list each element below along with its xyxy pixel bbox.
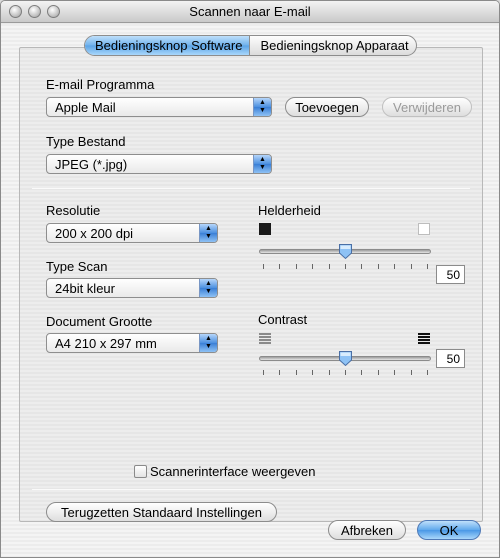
contrast-slider-thumb[interactable]: [338, 350, 353, 367]
ok-button[interactable]: OK: [417, 520, 481, 540]
tab-apparaat[interactable]: Bedieningsknop Apparaat: [249, 36, 415, 55]
slider-tick: [263, 370, 264, 375]
slider-tick: [312, 370, 314, 375]
brightness-label: Helderheid: [258, 203, 321, 218]
slider-tick: [295, 264, 297, 269]
slider-tick: [410, 370, 412, 375]
brightness-slider-thumb[interactable]: [338, 243, 353, 260]
window-title: Scannen naar E-mail: [189, 4, 311, 19]
popup-arrows-icon: ▲ ▼: [199, 279, 217, 297]
resolution-value: 200 x 200 dpi: [55, 226, 134, 241]
dark-square-icon: [259, 223, 271, 235]
add-button[interactable]: Toevoegen: [285, 97, 369, 117]
brightness-value[interactable]: 50: [436, 265, 465, 284]
slider-tick: [410, 264, 412, 269]
dialog-window: Scannen naar E-mail E-mail Programma App…: [0, 0, 500, 558]
slider-tick: [427, 370, 428, 375]
popup-arrows-icon: ▲ ▼: [253, 155, 271, 173]
document-size-value: A4 210 x 297 mm: [55, 336, 157, 351]
email-program-select[interactable]: Apple Mail ▲ ▼: [46, 97, 272, 117]
popup-arrows-icon: ▲ ▼: [199, 224, 217, 242]
scanner-interface-label[interactable]: Scannerinterface weergeven: [150, 464, 316, 479]
tab-software[interactable]: Bedieningsknop Software: [85, 36, 250, 55]
email-program-value: Apple Mail: [55, 100, 116, 115]
slider-tick: [279, 264, 281, 269]
remove-button[interactable]: Verwijderen: [382, 97, 472, 117]
file-type-value: JPEG (*.jpg): [55, 157, 128, 172]
slider-tick: [361, 370, 363, 375]
slider-tick: [345, 370, 346, 375]
divider: [32, 188, 470, 189]
slider-tick: [377, 264, 379, 269]
dialog-content: E-mail Programma Apple Mail ▲ ▼ Toevoegen…: [1, 24, 499, 557]
slider-tick: [427, 264, 428, 269]
high-contrast-icon: [418, 333, 430, 344]
slider-tick: [295, 370, 297, 375]
slider-tick: [312, 264, 314, 269]
slider-tick: [328, 370, 330, 375]
slider-tick: [263, 264, 264, 269]
slider-tick: [279, 370, 281, 375]
slider-tick: [394, 264, 396, 269]
slider-tick: [328, 264, 330, 269]
slider-tick: [394, 370, 396, 375]
slider-tick: [345, 264, 346, 269]
tab-bar: Bedieningsknop Software Bedieningsknop Ap…: [84, 35, 417, 56]
low-contrast-icon: [259, 333, 271, 344]
light-square-icon: [418, 223, 430, 235]
cancel-button[interactable]: Afbreken: [328, 520, 406, 540]
slider-tick: [377, 370, 379, 375]
scan-type-label: Type Scan: [46, 259, 108, 274]
scan-type-value: 24bit kleur: [55, 281, 115, 296]
file-type-select[interactable]: JPEG (*.jpg) ▲ ▼: [46, 154, 272, 174]
email-program-label: E-mail Programma: [46, 77, 155, 92]
resolution-label: Resolutie: [46, 203, 101, 218]
document-size-label: Document Grootte: [46, 314, 153, 329]
settings-panel: E-mail Programma Apple Mail ▲ ▼ Toevoegen…: [19, 35, 483, 522]
popup-arrows-icon: ▲ ▼: [253, 98, 271, 116]
scanner-interface-checkbox[interactable]: [134, 465, 147, 478]
contrast-label: Contrast: [258, 312, 308, 327]
contrast-value[interactable]: 50: [436, 349, 465, 368]
reset-defaults-button[interactable]: Terugzetten Standaard Instellingen: [46, 502, 277, 522]
popup-arrows-icon: ▲ ▼: [199, 334, 217, 352]
divider: [32, 489, 470, 490]
title-bar[interactable]: Scannen naar E-mail: [1, 1, 499, 23]
resolution-select[interactable]: 200 x 200 dpi ▲ ▼: [46, 223, 218, 243]
file-type-label: Type Bestand: [46, 134, 126, 149]
scan-type-select[interactable]: 24bit kleur ▲ ▼: [46, 278, 218, 298]
slider-tick: [361, 264, 363, 269]
document-size-select[interactable]: A4 210 x 297 mm ▲ ▼: [46, 333, 218, 353]
